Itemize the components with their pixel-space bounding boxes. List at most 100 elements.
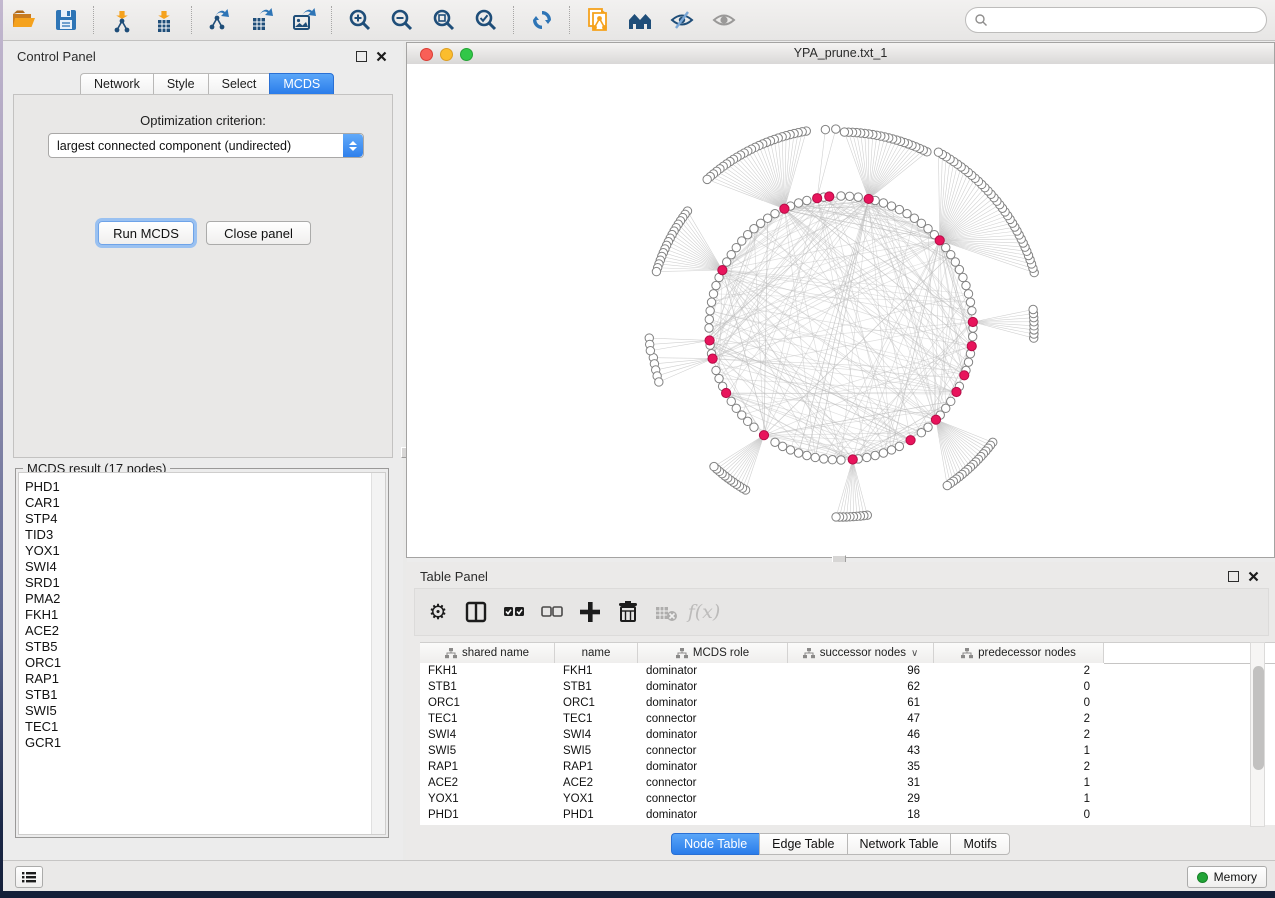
network-canvas[interactable] [407,64,1274,557]
mcds-hub-node [864,194,873,203]
tab-mcds[interactable]: MCDS [269,73,334,95]
column-header-shared-name[interactable]: shared name [420,643,555,663]
mcds-result-item[interactable]: PHD1 [19,479,385,495]
tab-select[interactable]: Select [208,73,270,95]
mcds-result-item[interactable]: TID3 [19,527,385,543]
clone-network-icon[interactable] [582,5,614,35]
mcds-result-item[interactable]: RAP1 [19,671,385,687]
mcds-result-item[interactable]: STP4 [19,511,385,527]
optimization-criterion-select[interactable]: largest connected component (undirected) [48,133,364,158]
table-scrollbar-thumb[interactable] [1253,666,1264,770]
export-table-icon[interactable] [246,5,278,35]
mcds-result-item[interactable]: STB5 [19,639,385,655]
zoom-selected-icon[interactable] [470,5,502,35]
table-row[interactable]: ACE2ACE2connector311 [420,775,1104,791]
column-header-MCDS-role[interactable]: MCDS role [638,643,788,663]
cell-shared-name: PHD1 [420,809,555,821]
tab-network-table[interactable]: Network Table [847,833,951,855]
zoom-in-icon[interactable] [344,5,376,35]
memory-button[interactable]: Memory [1187,866,1267,888]
import-network-icon[interactable] [106,5,138,35]
first-neighbors-icon[interactable] [624,5,656,35]
cell-predecessor-nodes: 1 [934,777,1104,789]
mcds-result-item[interactable]: TEC1 [19,719,385,735]
frames-list-button[interactable] [15,866,43,888]
table-toolbar: ⚙ f(x) [414,588,1269,636]
float-panel-icon[interactable] [356,51,367,62]
mcds-result-item[interactable]: SWI5 [19,703,385,719]
column-visibility-icon[interactable] [461,597,491,627]
add-column-icon[interactable] [575,597,605,627]
mcds-result-item[interactable]: PMA2 [19,591,385,607]
table-panel-title: Table Panel [420,569,488,584]
cell-MCDS-role: dominator [638,681,788,693]
network-window-titlebar[interactable]: YPA_prune.txt_1 [407,43,1274,65]
table-row[interactable]: YOX1YOX1connector291 [420,791,1104,807]
cell-MCDS-role: dominator [638,665,788,677]
result-list-scrollbar[interactable] [371,473,385,834]
tab-node-table[interactable]: Node Table [671,833,759,855]
select-all-rows-icon[interactable] [499,597,529,627]
toolbar-separator [569,6,571,34]
cell-MCDS-role: dominator [638,809,788,821]
table-row[interactable]: PHD1PHD1dominator180 [420,807,1104,823]
export-network-icon[interactable] [204,5,236,35]
show-all-icon[interactable] [708,5,740,35]
deselect-all-rows-icon[interactable] [537,597,567,627]
table-row[interactable]: TEC1TEC1connector472 [420,711,1104,727]
column-header-successor-nodes[interactable]: successor nodes∨ [788,643,934,663]
run-mcds-button[interactable]: Run MCDS [98,221,194,245]
mcds-result-item[interactable]: ACE2 [19,623,385,639]
import-table-icon[interactable] [148,5,180,35]
mcds-hub-node [967,342,976,351]
mcds-result-item[interactable]: STB1 [19,687,385,703]
table-row[interactable]: RAP1RAP1dominator352 [420,759,1104,775]
tab-edge-table[interactable]: Edge Table [759,833,846,855]
mcds-result-list[interactable]: PHD1CAR1STP4TID3YOX1SWI4SRD1PMA2FKH1ACE2… [18,472,386,835]
column-header-predecessor-nodes[interactable]: predecessor nodes [934,643,1104,663]
table-row[interactable]: FKH1FKH1dominator962 [420,663,1104,679]
tab-network[interactable]: Network [80,73,153,95]
mcds-result-item[interactable]: YOX1 [19,543,385,559]
function-builder-icon: f(x) [689,597,719,627]
mcds-result-item[interactable]: CAR1 [19,495,385,511]
clear-table-icon [651,597,681,627]
table-row[interactable]: SWI5SWI5connector431 [420,743,1104,759]
table-row[interactable]: ORC1ORC1dominator610 [420,695,1104,711]
mcds-result-item[interactable]: GCR1 [19,735,385,751]
mcds-result-item[interactable]: SRD1 [19,575,385,591]
cell-name: FKH1 [555,665,638,677]
mcds-hub-node [935,236,944,245]
mcds-result-item[interactable]: SWI4 [19,559,385,575]
float-table-panel-icon[interactable] [1228,571,1239,582]
close-table-panel-icon[interactable] [1248,571,1259,582]
cell-MCDS-role: dominator [638,697,788,709]
apply-layout-icon[interactable] [526,5,558,35]
table-row[interactable]: STB1STB1dominator620 [420,679,1104,695]
table-row[interactable]: SWI4SWI4dominator462 [420,727,1104,743]
search-input[interactable] [965,7,1267,33]
cell-shared-name: ACE2 [420,777,555,789]
save-session-icon[interactable] [50,5,82,35]
mcds-result-item[interactable]: ORC1 [19,655,385,671]
column-header-name[interactable]: name [555,643,638,663]
zoom-out-icon[interactable] [386,5,418,35]
cell-successor-nodes: 62 [788,681,934,693]
tab-style[interactable]: Style [153,73,208,95]
mcds-hub-node [708,354,717,363]
close-panel-icon[interactable] [376,51,387,62]
cell-predecessor-nodes: 0 [934,697,1104,709]
cell-name: PHD1 [555,809,638,821]
mcds-result-group: MCDS result (17 nodes) PHD1CAR1STP4TID3Y… [15,468,389,838]
delete-column-icon[interactable] [613,597,643,627]
open-file-icon[interactable] [8,5,40,35]
hide-selected-icon[interactable] [666,5,698,35]
close-panel-button[interactable]: Close panel [206,221,311,245]
table-options-gear-icon[interactable]: ⚙ [423,597,453,627]
mcds-hub-node [813,194,822,203]
tab-motifs[interactable]: Motifs [950,833,1009,855]
mcds-hub-node [825,192,834,201]
mcds-result-item[interactable]: FKH1 [19,607,385,623]
export-image-icon[interactable] [288,5,320,35]
zoom-fit-icon[interactable] [428,5,460,35]
